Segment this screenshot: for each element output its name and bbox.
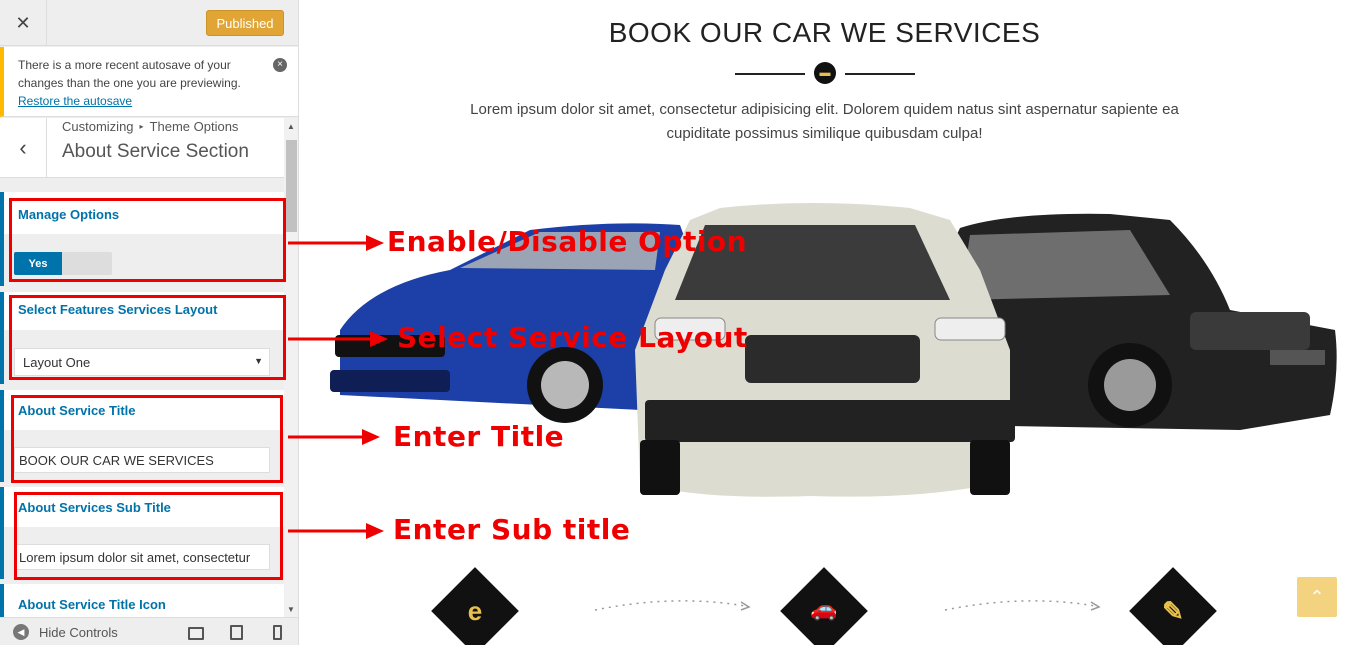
internet-explorer-icon: e — [467, 596, 483, 626]
section-header: ‹ Customizing ▸ Theme Options About Servic… — [0, 118, 284, 178]
annotation-enable-disable: Enable/Disable Option — [387, 225, 748, 258]
annotation-select-layout: Select Service Layout — [397, 321, 748, 354]
close-customizer-button[interactable]: ✕ — [0, 0, 47, 46]
annotation-box-subtitle — [14, 492, 283, 580]
breadcrumb-separator-icon: ▸ — [139, 122, 144, 131]
title-separator-right — [845, 73, 915, 75]
chevron-left-icon: ‹ — [19, 135, 27, 160]
dotted-arrow-2 — [945, 600, 1101, 611]
tablet-preview-icon[interactable] — [230, 625, 243, 640]
breadcrumb-parent: Theme Options — [149, 119, 239, 134]
annotation-box-title — [11, 395, 283, 483]
edit-icon: ✎ — [1162, 596, 1184, 626]
title-icon-control: About Service Title Icon — [0, 584, 284, 617]
back-to-top-button[interactable]: ⌃ — [1297, 577, 1337, 617]
taxi-icon: ▬ — [814, 62, 836, 84]
annotation-enter-title: Enter Title — [393, 420, 565, 453]
customizer-footer: ◀ Hide Controls — [0, 617, 298, 645]
annotation-box-manage-options — [9, 198, 286, 282]
preview-title: BOOK OUR CAR WE SERVICES — [608, 17, 1041, 48]
breadcrumb: Customizing ▸ Theme Options — [62, 119, 238, 134]
hide-controls-button[interactable]: ◀ Hide Controls — [13, 624, 118, 640]
dotted-arrow-1 — [595, 600, 751, 611]
customizer-header: ✕ Published — [0, 0, 298, 46]
breadcrumb-root: Customizing — [62, 119, 134, 134]
desktop-preview-icon[interactable] — [188, 627, 204, 640]
back-button[interactable]: ‹ — [0, 118, 47, 178]
hide-controls-label: Hide Controls — [39, 624, 118, 640]
car-icon: 🚗 — [810, 596, 838, 621]
close-icon: ✕ — [15, 12, 31, 33]
preview-subtitle: Lorem ipsum dolor sit amet, consectetur … — [470, 101, 1179, 142]
scroll-down-icon[interactable]: ▼ — [287, 605, 295, 614]
dismiss-notice-icon[interactable]: × — [273, 58, 287, 72]
section-title: About Service Section — [62, 141, 249, 162]
autosave-notice-text: There is a more recent autosave of your … — [18, 58, 241, 90]
mobile-preview-icon[interactable] — [273, 625, 282, 640]
sidebar-scrollbar[interactable]: ▲ ▼ — [284, 118, 298, 617]
scroll-thumb[interactable] — [286, 140, 297, 232]
title-separator-left — [735, 73, 805, 75]
annotation-box-layout — [9, 295, 286, 380]
title-icon-label: About Service Title Icon — [18, 597, 166, 612]
scroll-up-icon[interactable]: ▲ — [287, 122, 295, 131]
restore-autosave-link[interactable]: Restore the autosave — [18, 92, 273, 110]
autosave-notice: There is a more recent autosave of your … — [0, 47, 298, 117]
collapse-icon: ◀ — [13, 624, 29, 640]
annotation-enter-subtitle: Enter Sub title — [393, 513, 631, 546]
chevron-up-icon: ⌃ — [1309, 586, 1325, 607]
publish-button[interactable]: Published — [206, 10, 284, 36]
